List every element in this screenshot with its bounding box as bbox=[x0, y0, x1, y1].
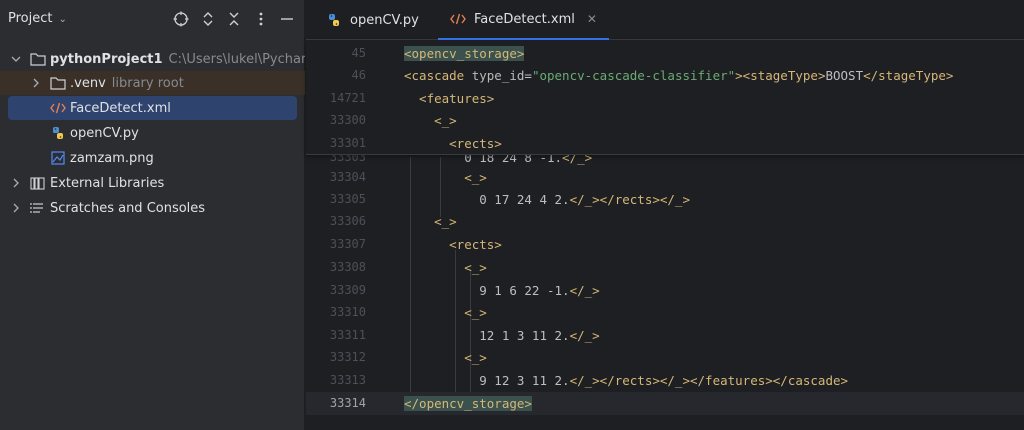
project-panel-title: Project bbox=[8, 11, 53, 26]
line-number: 33305 bbox=[329, 192, 366, 206]
chevron-right-icon[interactable] bbox=[10, 177, 22, 189]
sticky-line[interactable]: 45 <opencv_storage> bbox=[306, 42, 1024, 65]
expand-all-icon[interactable] bbox=[198, 9, 218, 29]
tree-item-project-root[interactable]: pythonProject1 C:\Users\lukel\PycharmProj… bbox=[0, 47, 305, 71]
folder-icon bbox=[50, 75, 66, 91]
more-options-icon[interactable] bbox=[251, 9, 271, 29]
line-number: 33310 bbox=[329, 305, 366, 319]
code-line-current: 33314 </opencv_storage> bbox=[306, 392, 1024, 415]
library-root-hint: library root bbox=[111, 75, 184, 91]
code-line: 33313 9 12 3 11 2.</_></rects></_></feat… bbox=[306, 369, 1024, 392]
hide-panel-icon[interactable] bbox=[277, 9, 297, 29]
project-panel-header: Project ⌄ bbox=[0, 0, 305, 40]
tab-facedetect-xml[interactable]: FaceDetect.xml ✕ bbox=[438, 0, 609, 40]
line-number: 33304 bbox=[329, 170, 366, 184]
project-tool-window: Project ⌄ pythonProject1 C:\Users\lukel\Py… bbox=[0, 0, 305, 430]
chevron-down-icon: ⌄ bbox=[58, 14, 67, 25]
line-number: 33312 bbox=[329, 350, 366, 364]
code-line: 33306 <_> bbox=[306, 210, 1024, 233]
file-label: FaceDetect.xml bbox=[70, 100, 171, 116]
code-text: <cascade type_id="opencv-cascade-classif… bbox=[404, 68, 954, 83]
code-line: 33309 9 1 6 22 -1.</_> bbox=[306, 279, 1024, 302]
code-text: <_> bbox=[404, 260, 487, 275]
code-text: </opencv_storage> bbox=[404, 396, 532, 411]
code-text: <opencv_storage> bbox=[404, 46, 525, 61]
line-number: 33311 bbox=[329, 328, 366, 342]
tree-item-zamzam-png[interactable]: zamzam.png bbox=[0, 146, 305, 170]
code-line: 33312 <_> bbox=[306, 346, 1024, 369]
tree-item-opencv-py[interactable]: openCV.py bbox=[0, 121, 305, 145]
sticky-line[interactable]: 14721 <features> bbox=[306, 87, 1024, 110]
code-text: <_> bbox=[404, 170, 487, 185]
code-line: 33304 <_> bbox=[306, 166, 1024, 189]
sticky-line[interactable]: 46 <cascade type_id="opencv-cascade-clas… bbox=[306, 64, 1024, 87]
code-text: <rects> bbox=[404, 237, 502, 252]
sticky-lines-panel: 45 <opencv_storage> 46 <cascade type_id=… bbox=[306, 40, 1024, 155]
project-path: C:\Users\lukel\PycharmProje bbox=[168, 51, 305, 67]
file-label: zamzam.png bbox=[70, 150, 154, 166]
file-label: openCV.py bbox=[70, 125, 139, 141]
line-number: 33314 bbox=[329, 396, 366, 410]
xml-file-icon bbox=[50, 100, 66, 116]
sticky-line[interactable]: 33301 <rects> bbox=[306, 132, 1024, 155]
image-file-icon bbox=[50, 150, 66, 166]
tree-label: Scratches and Consoles bbox=[50, 200, 206, 216]
crosshair-icon[interactable] bbox=[171, 9, 191, 29]
code-text: <_> bbox=[404, 350, 487, 365]
tree-item-facedetect-xml[interactable]: FaceDetect.xml bbox=[8, 96, 297, 120]
code-text: 0 17 24 4 2.</_></rects></_> bbox=[404, 192, 690, 207]
line-number: 33300 bbox=[329, 113, 366, 127]
code-text: <_> bbox=[404, 214, 457, 229]
chevron-right-icon[interactable] bbox=[30, 77, 42, 89]
code-editor[interactable]: 33303 0 18 24 8 -1.</_> 33304 <_> 33305 … bbox=[306, 40, 1024, 430]
chevron-right-icon[interactable] bbox=[10, 202, 22, 214]
code-text: <_> bbox=[404, 305, 487, 320]
scratches-icon bbox=[30, 200, 46, 216]
line-number: 45 bbox=[351, 46, 366, 60]
folder-icon bbox=[30, 51, 46, 67]
editor-tab-bar: openCV.py FaceDetect.xml ✕ bbox=[306, 0, 1024, 40]
xml-file-icon bbox=[450, 11, 466, 27]
sticky-line[interactable]: 33300 <_> bbox=[306, 109, 1024, 132]
project-view-selector[interactable]: Project ⌄ bbox=[8, 11, 67, 26]
tree-item-external-libraries[interactable]: External Libraries bbox=[0, 171, 305, 195]
venv-label: .venv bbox=[70, 75, 106, 91]
line-number: 33313 bbox=[329, 373, 366, 387]
line-number: 33301 bbox=[329, 136, 366, 150]
tree-item-scratches[interactable]: Scratches and Consoles bbox=[0, 196, 305, 220]
tab-label: FaceDetect.xml bbox=[474, 11, 575, 27]
python-file-icon bbox=[326, 12, 342, 28]
project-name: pythonProject1 bbox=[50, 51, 163, 67]
library-icon bbox=[30, 175, 46, 191]
code-line: 33311 12 1 3 11 2.</_> bbox=[306, 324, 1024, 347]
code-line: 33307 <rects> bbox=[306, 233, 1024, 256]
code-line: 33308 <_> bbox=[306, 256, 1024, 279]
tab-label: openCV.py bbox=[350, 12, 419, 28]
code-line: 33310 <_> bbox=[306, 301, 1024, 324]
line-number: 46 bbox=[351, 68, 366, 82]
code-text: 12 1 3 11 2.</_> bbox=[404, 328, 600, 343]
line-number: 33309 bbox=[329, 283, 366, 297]
tree-item-venv[interactable]: .venv library root bbox=[0, 71, 305, 95]
collapse-all-icon[interactable] bbox=[224, 9, 244, 29]
code-line: 33305 0 17 24 4 2.</_></rects></_> bbox=[306, 188, 1024, 211]
chevron-down-icon[interactable] bbox=[10, 53, 22, 65]
code-text: <features> bbox=[404, 91, 495, 106]
code-text: 9 12 3 11 2.</_></rects></_></features><… bbox=[404, 373, 849, 388]
code-text: <rects> bbox=[404, 136, 502, 151]
tab-opencv-py[interactable]: openCV.py bbox=[326, 0, 419, 40]
code-text: <_> bbox=[404, 113, 457, 128]
code-text: 9 1 6 22 -1.</_> bbox=[404, 283, 600, 298]
close-icon[interactable]: ✕ bbox=[587, 12, 597, 26]
line-number: 33306 bbox=[329, 214, 366, 228]
line-number: 33308 bbox=[329, 260, 366, 274]
tree-label: External Libraries bbox=[50, 175, 165, 191]
line-number: 14721 bbox=[329, 91, 366, 105]
line-number: 33307 bbox=[329, 237, 366, 251]
python-file-icon bbox=[50, 125, 66, 141]
